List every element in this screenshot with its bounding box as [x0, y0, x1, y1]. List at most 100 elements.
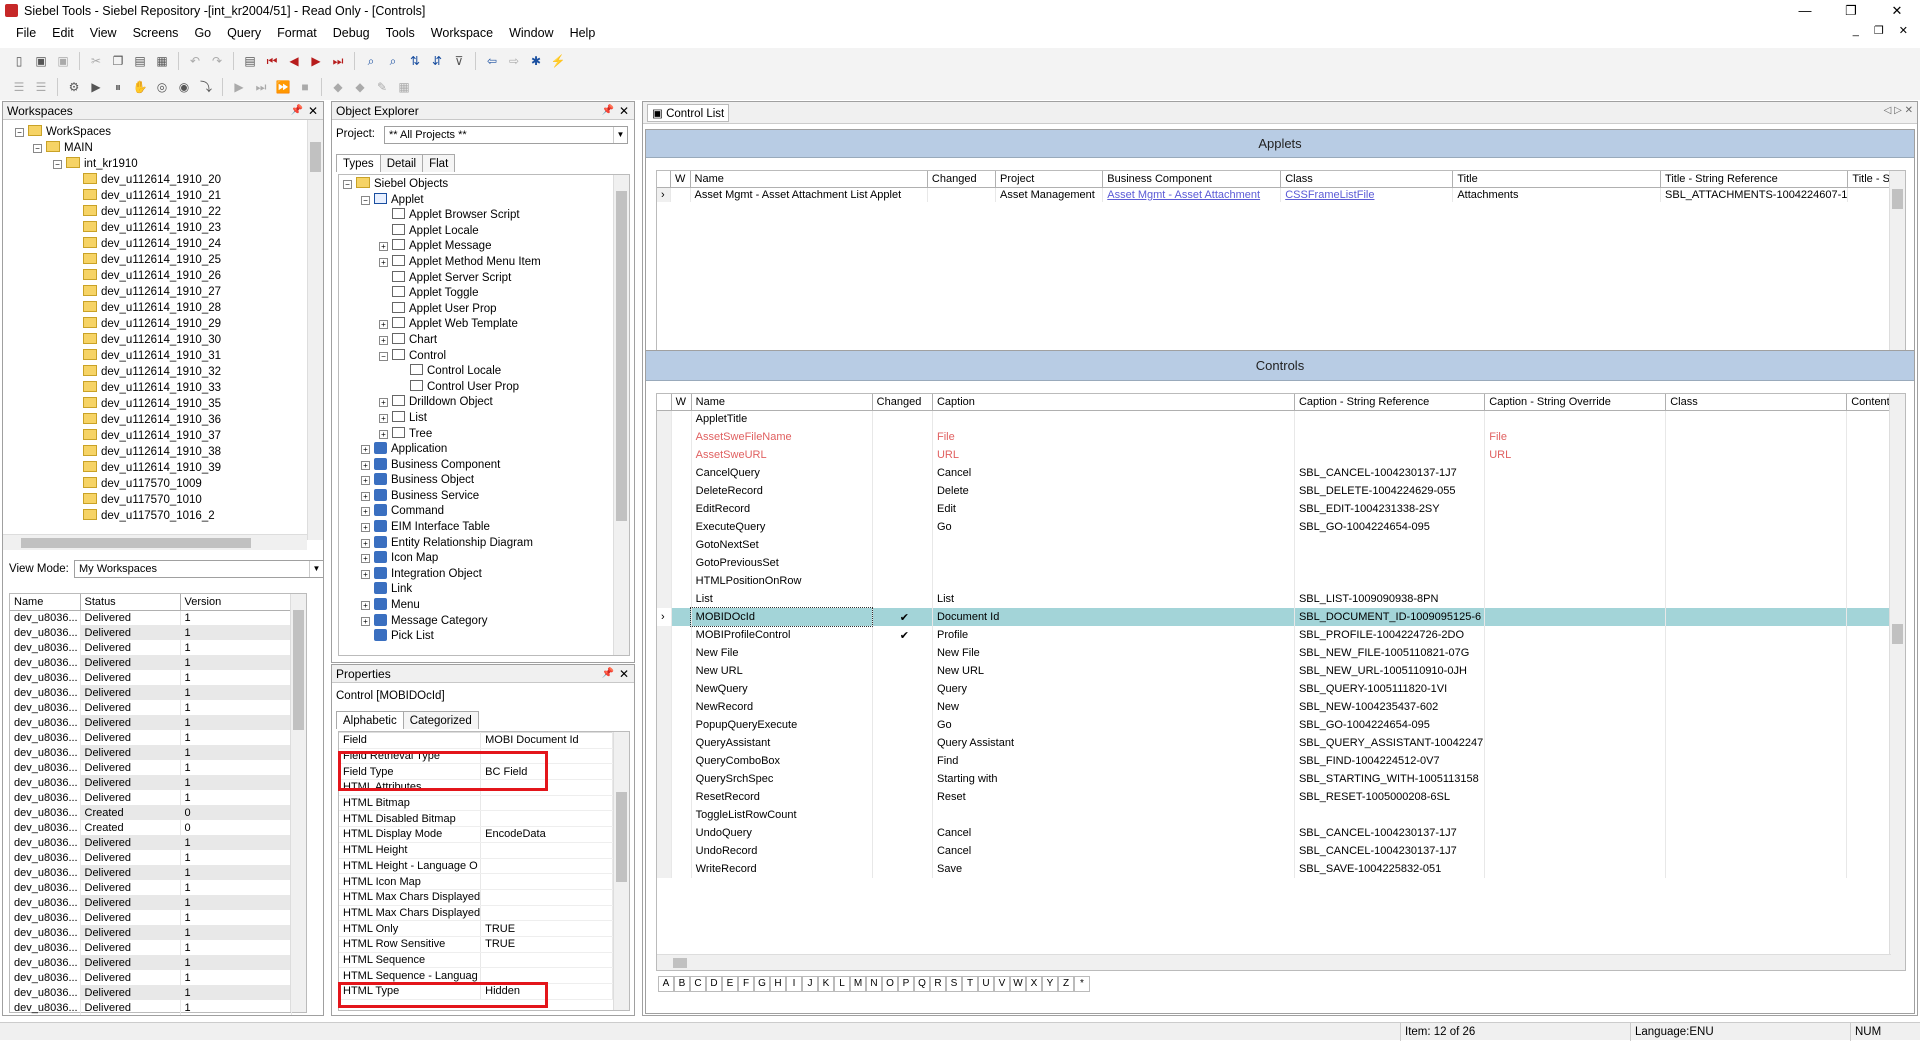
- alphabet-filter-button[interactable]: O: [882, 976, 898, 992]
- form-layout-icon[interactable]: ◆: [330, 79, 346, 95]
- table-cell[interactable]: Attachments: [1452, 187, 1662, 202]
- caption-string-reference-cell[interactable]: SBL_STARTING_WITH-1005113158: [1294, 770, 1486, 788]
- caption-cell[interactable]: List: [932, 590, 1295, 608]
- class-cell[interactable]: [1665, 698, 1848, 716]
- caption-cell[interactable]: Reset: [932, 788, 1295, 806]
- query-icon[interactable]: ⌕: [385, 53, 401, 69]
- table-row[interactable]: dev_u8036...Delivered1: [10, 970, 292, 985]
- table-row[interactable]: UndoRecord Cancel SBL_CANCEL-1004230137-1J…: [657, 842, 1891, 860]
- workspace-tree-item[interactable]: dev_u112614_1910_27: [3, 284, 323, 300]
- workspace-tree-item[interactable]: dev_u112614_1910_32: [3, 364, 323, 380]
- column-header[interactable]: Name: [10, 594, 81, 611]
- caption-cell[interactable]: [932, 554, 1295, 572]
- tab-flat[interactable]: Flat: [422, 154, 456, 172]
- expand-icon[interactable]: +: [361, 460, 370, 470]
- changed-cell[interactable]: ✔: [872, 608, 933, 626]
- changed-cell[interactable]: [872, 500, 933, 518]
- name-cell[interactable]: NewQuery: [691, 680, 873, 698]
- alphabet-filter-button[interactable]: D: [706, 976, 722, 992]
- alphabet-filter-button[interactable]: Q: [914, 976, 930, 992]
- caption-string-override-cell[interactable]: [1484, 770, 1667, 788]
- table-row[interactable]: dev_u8036...Delivered1: [10, 940, 292, 955]
- property-value[interactable]: [480, 810, 613, 828]
- caption-string-override-cell[interactable]: [1484, 734, 1667, 752]
- workspace-tree-item[interactable]: dev_u112614_1910_39: [3, 460, 323, 476]
- caption-string-reference-cell[interactable]: SBL_GO-1004224654-095: [1294, 518, 1486, 536]
- object-type-node[interactable]: + List: [339, 410, 629, 427]
- paste-icon[interactable]: ▤: [132, 53, 148, 69]
- caption-string-reference-cell[interactable]: SBL_PROFILE-1004224726-2DO: [1294, 626, 1486, 644]
- table-cell[interactable]: [927, 187, 997, 202]
- content-cell[interactable]: [1846, 752, 1891, 770]
- changed-cell[interactable]: [872, 572, 933, 590]
- alphabet-filter-button[interactable]: H: [770, 976, 786, 992]
- name-cell[interactable]: New URL: [691, 662, 873, 680]
- table-row[interactable]: WriteRecord Save SBL_SAVE-1004225832-051: [657, 860, 1891, 878]
- expand-icon[interactable]: +: [379, 257, 388, 267]
- name-cell[interactable]: MOBIDOcId: [690, 607, 874, 627]
- step-icon[interactable]: ⤵: [198, 79, 214, 95]
- column-header[interactable]: Name: [690, 171, 928, 188]
- property-row[interactable]: HTML Height: [339, 842, 613, 859]
- property-row[interactable]: HTML Max Chars Displayed: [339, 889, 613, 906]
- expand-icon[interactable]: +: [361, 445, 370, 455]
- class-cell[interactable]: [1665, 464, 1848, 482]
- menu-screens[interactable]: Screens: [125, 26, 187, 40]
- object-type-node[interactable]: Pick List: [339, 629, 629, 645]
- alphabet-filter-button[interactable]: M: [850, 976, 866, 992]
- caption-string-reference-cell[interactable]: SBL_QUERY_ASSISTANT-10042247: [1294, 734, 1486, 752]
- pin-icon[interactable]: 📌: [602, 665, 614, 683]
- table-row[interactable]: dev_u8036...Delivered1: [10, 850, 292, 865]
- pin-icon[interactable]: 📌: [291, 102, 303, 120]
- content-cell[interactable]: [1846, 626, 1891, 644]
- property-row[interactable]: HTML Sequence: [339, 952, 613, 969]
- collapse-icon[interactable]: −: [15, 128, 24, 137]
- table-row[interactable]: dev_u8036...Delivered1: [10, 895, 292, 910]
- content-cell[interactable]: [1846, 680, 1891, 698]
- menu-format[interactable]: Format: [269, 26, 325, 40]
- caption-string-override-cell[interactable]: [1484, 536, 1667, 554]
- property-value[interactable]: [480, 905, 613, 922]
- save-all-icon[interactable]: ▣: [55, 53, 71, 69]
- caption-string-override-cell[interactable]: [1484, 680, 1667, 698]
- column-header[interactable]: Class: [1280, 171, 1454, 188]
- table-row[interactable]: dev_u8036...Delivered1: [10, 955, 292, 970]
- property-value[interactable]: TRUE: [480, 936, 613, 953]
- alphabet-filter-button[interactable]: P: [898, 976, 914, 992]
- alphabet-filter-button[interactable]: W: [1010, 976, 1026, 992]
- content-cell[interactable]: [1846, 428, 1891, 446]
- object-type-node[interactable]: Control User Prop: [339, 379, 629, 396]
- controls-grid-scrollbar[interactable]: [1889, 394, 1905, 970]
- close-icon[interactable]: ✕: [619, 102, 629, 120]
- column-header[interactable]: W: [670, 171, 691, 188]
- expand-icon[interactable]: +: [361, 476, 370, 486]
- changed-cell[interactable]: [872, 734, 933, 752]
- caption-string-reference-cell[interactable]: SBL_GO-1004224654-095: [1294, 716, 1486, 734]
- object-type-node[interactable]: Applet Toggle: [339, 286, 629, 302]
- name-cell[interactable]: NewRecord: [691, 698, 873, 716]
- table-row[interactable]: dev_u8036...Delivered1: [10, 760, 292, 775]
- workspace-tree-item[interactable]: dev_u112614_1910_38: [3, 444, 323, 460]
- changed-cell[interactable]: [872, 680, 933, 698]
- watch-icon[interactable]: ◉: [176, 79, 192, 95]
- column-header[interactable]: Title: [1452, 171, 1662, 188]
- property-row[interactable]: HTML Max Chars Displayed: [339, 905, 613, 922]
- caption-string-reference-cell[interactable]: [1294, 536, 1486, 554]
- controls-grid-hscrollbar[interactable]: [657, 954, 1891, 970]
- content-cell[interactable]: [1846, 806, 1891, 824]
- compile-icon[interactable]: ✱: [528, 53, 544, 69]
- check-in-icon[interactable]: ⚡: [550, 53, 566, 69]
- column-header[interactable]: Business Component: [1102, 171, 1282, 188]
- property-value[interactable]: [480, 842, 613, 859]
- cut-icon[interactable]: ✂: [88, 53, 104, 69]
- workspace-tree-item[interactable]: dev_u112614_1910_20: [3, 172, 323, 188]
- table-row[interactable]: MOBIProfileControl ✔ Profile SBL_PROFILE-10…: [657, 626, 1891, 644]
- changed-cell[interactable]: [872, 518, 933, 536]
- object-type-node[interactable]: + Menu: [339, 598, 629, 614]
- debug-run-icon[interactable]: ▶: [231, 79, 247, 95]
- save-icon[interactable]: ▣: [33, 53, 49, 69]
- undo-icon[interactable]: ↶: [187, 53, 203, 69]
- table-row[interactable]: dev_u8036...Delivered1: [10, 790, 292, 805]
- table-row[interactable]: ExecuteQuery Go SBL_GO-1004224654-095: [657, 518, 1891, 536]
- caption-cell[interactable]: [932, 572, 1295, 590]
